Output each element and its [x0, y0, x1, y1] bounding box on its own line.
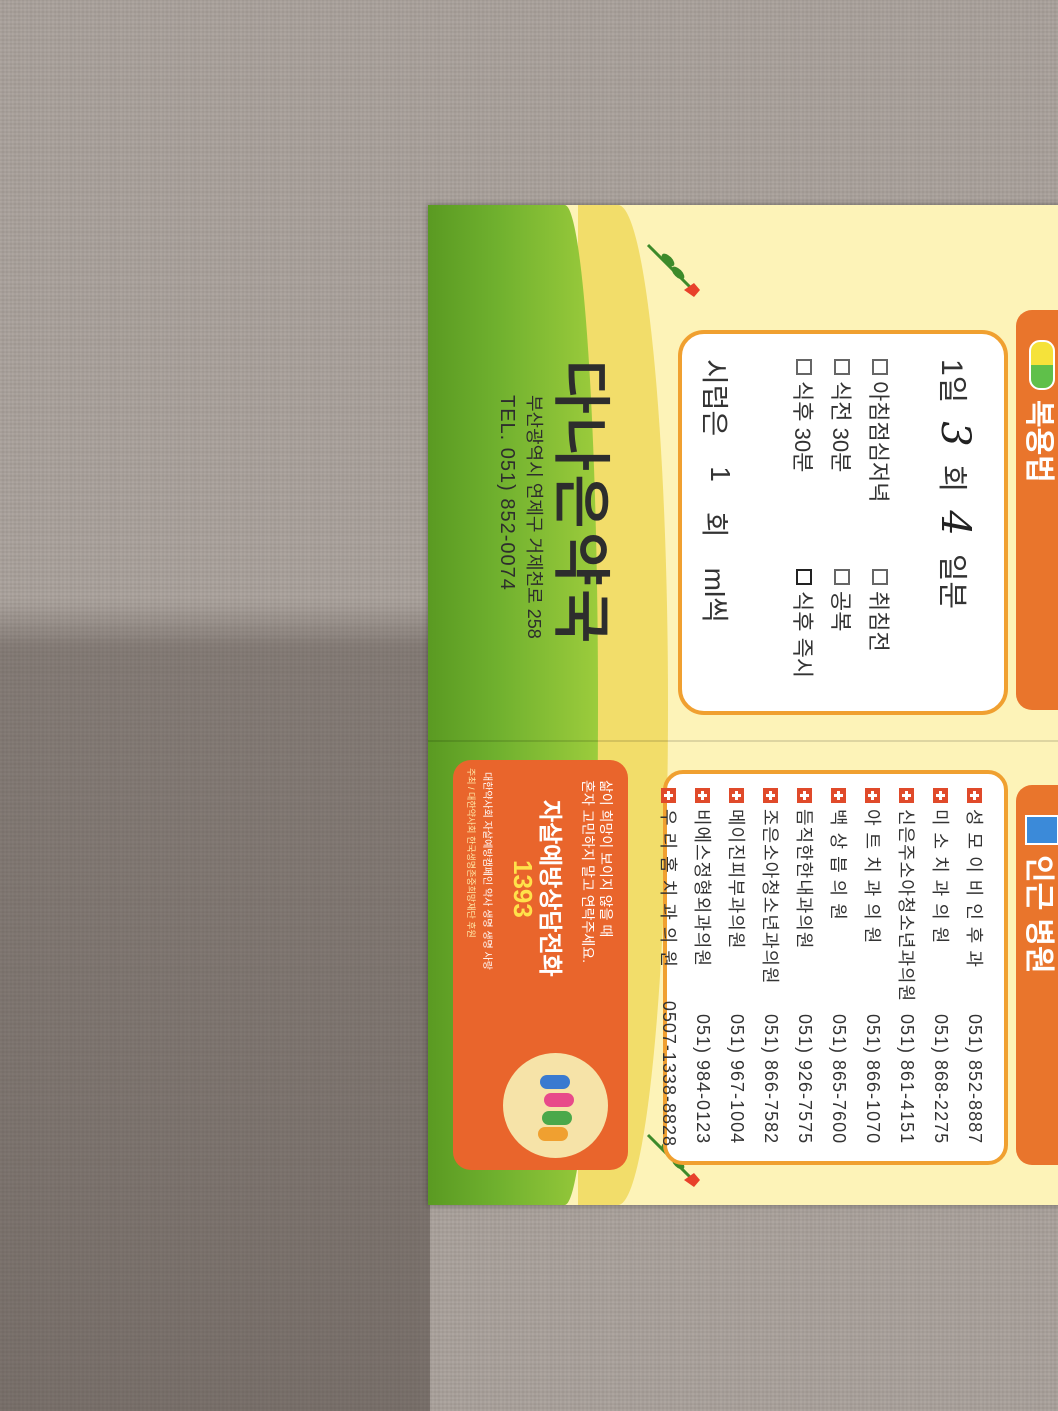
option-label: 공복 — [828, 591, 853, 632]
hospital-tel: 051) 866-7582 — [761, 1014, 782, 1145]
medical-cross-icon — [865, 788, 881, 803]
hospital-tel: 051) 866-1070 — [863, 1014, 884, 1145]
times-value: 3 — [932, 421, 978, 447]
medical-cross-icon — [933, 788, 949, 803]
dosage-header-label: 복용법 — [1022, 400, 1055, 483]
checkbox-checked — [796, 569, 812, 585]
hospital-row: 백 상 븝 의 원 051) 865-7600 — [822, 788, 856, 1147]
hospital-tel: 051) 984-0123 — [693, 1014, 714, 1145]
syrup-ml: ml씩 — [699, 567, 730, 623]
dosage-header: 복용법 — [1016, 310, 1058, 710]
hospitals-header-label: 인근 병원 — [1022, 855, 1055, 974]
checkbox — [834, 569, 850, 585]
checkbox — [872, 359, 888, 375]
option-label: 식후 30분 — [790, 381, 815, 473]
medical-cross-icon — [967, 788, 983, 803]
medical-cross-icon — [899, 788, 915, 803]
dose-options-row: 식전 30분 공복 — [826, 359, 858, 779]
paper-fold — [428, 740, 1058, 742]
banner-title: 자살예방상담전화 — [536, 800, 563, 977]
medical-cross-icon — [831, 788, 847, 803]
hospital-tel: 051) 852-8887 — [965, 1014, 986, 1145]
syrup-count: 1 — [705, 466, 736, 482]
hospital-tel: 051) 967-1004 — [727, 1014, 748, 1145]
option-label: 식후 즉시 — [790, 591, 815, 679]
banner-hotline-number: 1393 — [508, 860, 538, 918]
hospital-name: 신은주소아청소년과의원 — [896, 809, 916, 1003]
hospital-tel: 051) 861-4151 — [897, 1014, 918, 1145]
banner-campaign: 대한약사회 자살예방캠페인 약사 생명 생명 사랑 — [481, 772, 492, 970]
hospital-row: 메이진피부과의원 051) 967-1004 — [720, 788, 754, 1147]
pharmacy-envelope: 복용법 1일 3 회 4 일분 아침점심저녁 취침전 식전 30분 공복 식후 … — [428, 205, 1058, 1205]
times-unit: 회 — [935, 464, 968, 493]
dose-options-row: 식후 30분 식후 즉시 — [788, 359, 820, 779]
dosage-card: 1일 3 회 4 일분 아침점심저녁 취침전 식전 30분 공복 식후 30분 … — [678, 330, 1008, 715]
hospitals-header: 인근 병원 — [1016, 785, 1058, 1165]
times-label: 1일 — [935, 359, 968, 404]
hospital-name: 아 트 치 과 의 원 — [862, 809, 882, 945]
hospital-tel: 051) 926-7575 — [795, 1014, 816, 1145]
envelope-paper: 복용법 1일 3 회 4 일분 아침점심저녁 취침전 식전 30분 공복 식후 … — [428, 205, 1058, 1205]
checkbox — [872, 569, 888, 585]
pharmacy-name: 다나은약국 — [548, 360, 613, 647]
syrup-label: 시럽은 — [699, 359, 730, 437]
suicide-prevention-banner: 삶이 희망이 보이지 않을 때 혼자 고민하지 말고 연락주세요. 자살예방상담… — [453, 760, 628, 1170]
checkbox — [796, 359, 812, 375]
medical-cross-icon — [763, 788, 779, 803]
hospital-name: 우 리 홈 치 과 의 원 — [658, 809, 678, 968]
hospital-name: 듬직한한내과의원 — [794, 809, 814, 950]
hospital-row: 아 트 치 과 의 원 051) 866-1070 — [856, 788, 890, 1147]
banner-message-line1: 삶이 희망이 보이지 않을 때 — [598, 780, 614, 938]
dose-options-row: 아침점심저녁 취침전 — [864, 359, 896, 779]
dose-frequency-line: 1일 3 회 4 일분 — [932, 359, 978, 609]
hospital-row: 성 모 이 비 인 후 과 051) 852-8887 — [958, 788, 992, 1147]
hospital-name: 메이진피부과의원 — [726, 809, 746, 950]
hands-people-illustration — [503, 1053, 608, 1158]
hospital-name: 비에스정형외과의원 — [692, 809, 712, 968]
hospital-row: 조은소아청소년과의원 051) 866-7582 — [754, 788, 788, 1147]
hospital-row: 우 리 홈 치 과 의 원 0507-1338-8828 — [652, 788, 686, 1147]
hospital-name: 백 상 븝 의 원 — [828, 809, 848, 921]
banner-sponsors: 주최 / 대한약사회 한국생명존중희망재단 후원 — [466, 768, 476, 938]
hospital-row: 비에스정형외과의원 051) 984-0123 — [686, 788, 720, 1147]
syrup-line: 시럽은 1 회 ml씩 — [696, 359, 736, 623]
hospital-tel: 051) 868-2275 — [931, 1014, 952, 1145]
hospital-building-icon — [1025, 815, 1058, 845]
pharmacy-tel: TEL. 051) 852-0074 — [496, 395, 518, 591]
hospital-row: 듬직한한내과의원 051) 926-7575 — [788, 788, 822, 1147]
hand-shadow — [0, 600, 430, 1411]
days-value: 4 — [932, 510, 978, 536]
hospital-row: 미 소 치 과 의 원 051) 868-2275 — [924, 788, 958, 1147]
hospital-row: 신은주소아청소년과의원 051) 861-4151 — [890, 788, 924, 1147]
syrup-unit: 회 — [699, 511, 730, 538]
medical-cross-icon — [695, 788, 711, 803]
pharmacy-address: 부산광역시 연제구 거제천로 258 — [524, 395, 544, 639]
option-label: 식전 30분 — [828, 381, 853, 473]
medical-cross-icon — [729, 788, 745, 803]
option-label: 취침전 — [866, 591, 891, 652]
medical-cross-icon — [661, 788, 677, 803]
medical-cross-icon — [797, 788, 813, 803]
option-label: 아침점심저녁 — [866, 381, 891, 503]
hospital-name: 미 소 치 과 의 원 — [930, 809, 950, 945]
pill-icon — [1029, 340, 1055, 390]
hospital-tel: 0507-1338-8828 — [659, 1000, 680, 1147]
checkbox — [834, 359, 850, 375]
hospital-tel: 051) 865-7600 — [829, 1014, 850, 1145]
hospital-name: 조은소아청소년과의원 — [760, 809, 780, 985]
flower-icon — [646, 243, 700, 297]
days-unit: 일분 — [935, 553, 968, 610]
hospital-list: 성 모 이 비 인 후 과 051) 852-8887 미 소 치 과 의 원 05… — [658, 770, 1008, 1165]
hospital-name: 성 모 이 비 인 후 과 — [964, 809, 984, 968]
banner-message-line2: 혼자 고민하지 말고 연락주세요. — [580, 780, 596, 963]
